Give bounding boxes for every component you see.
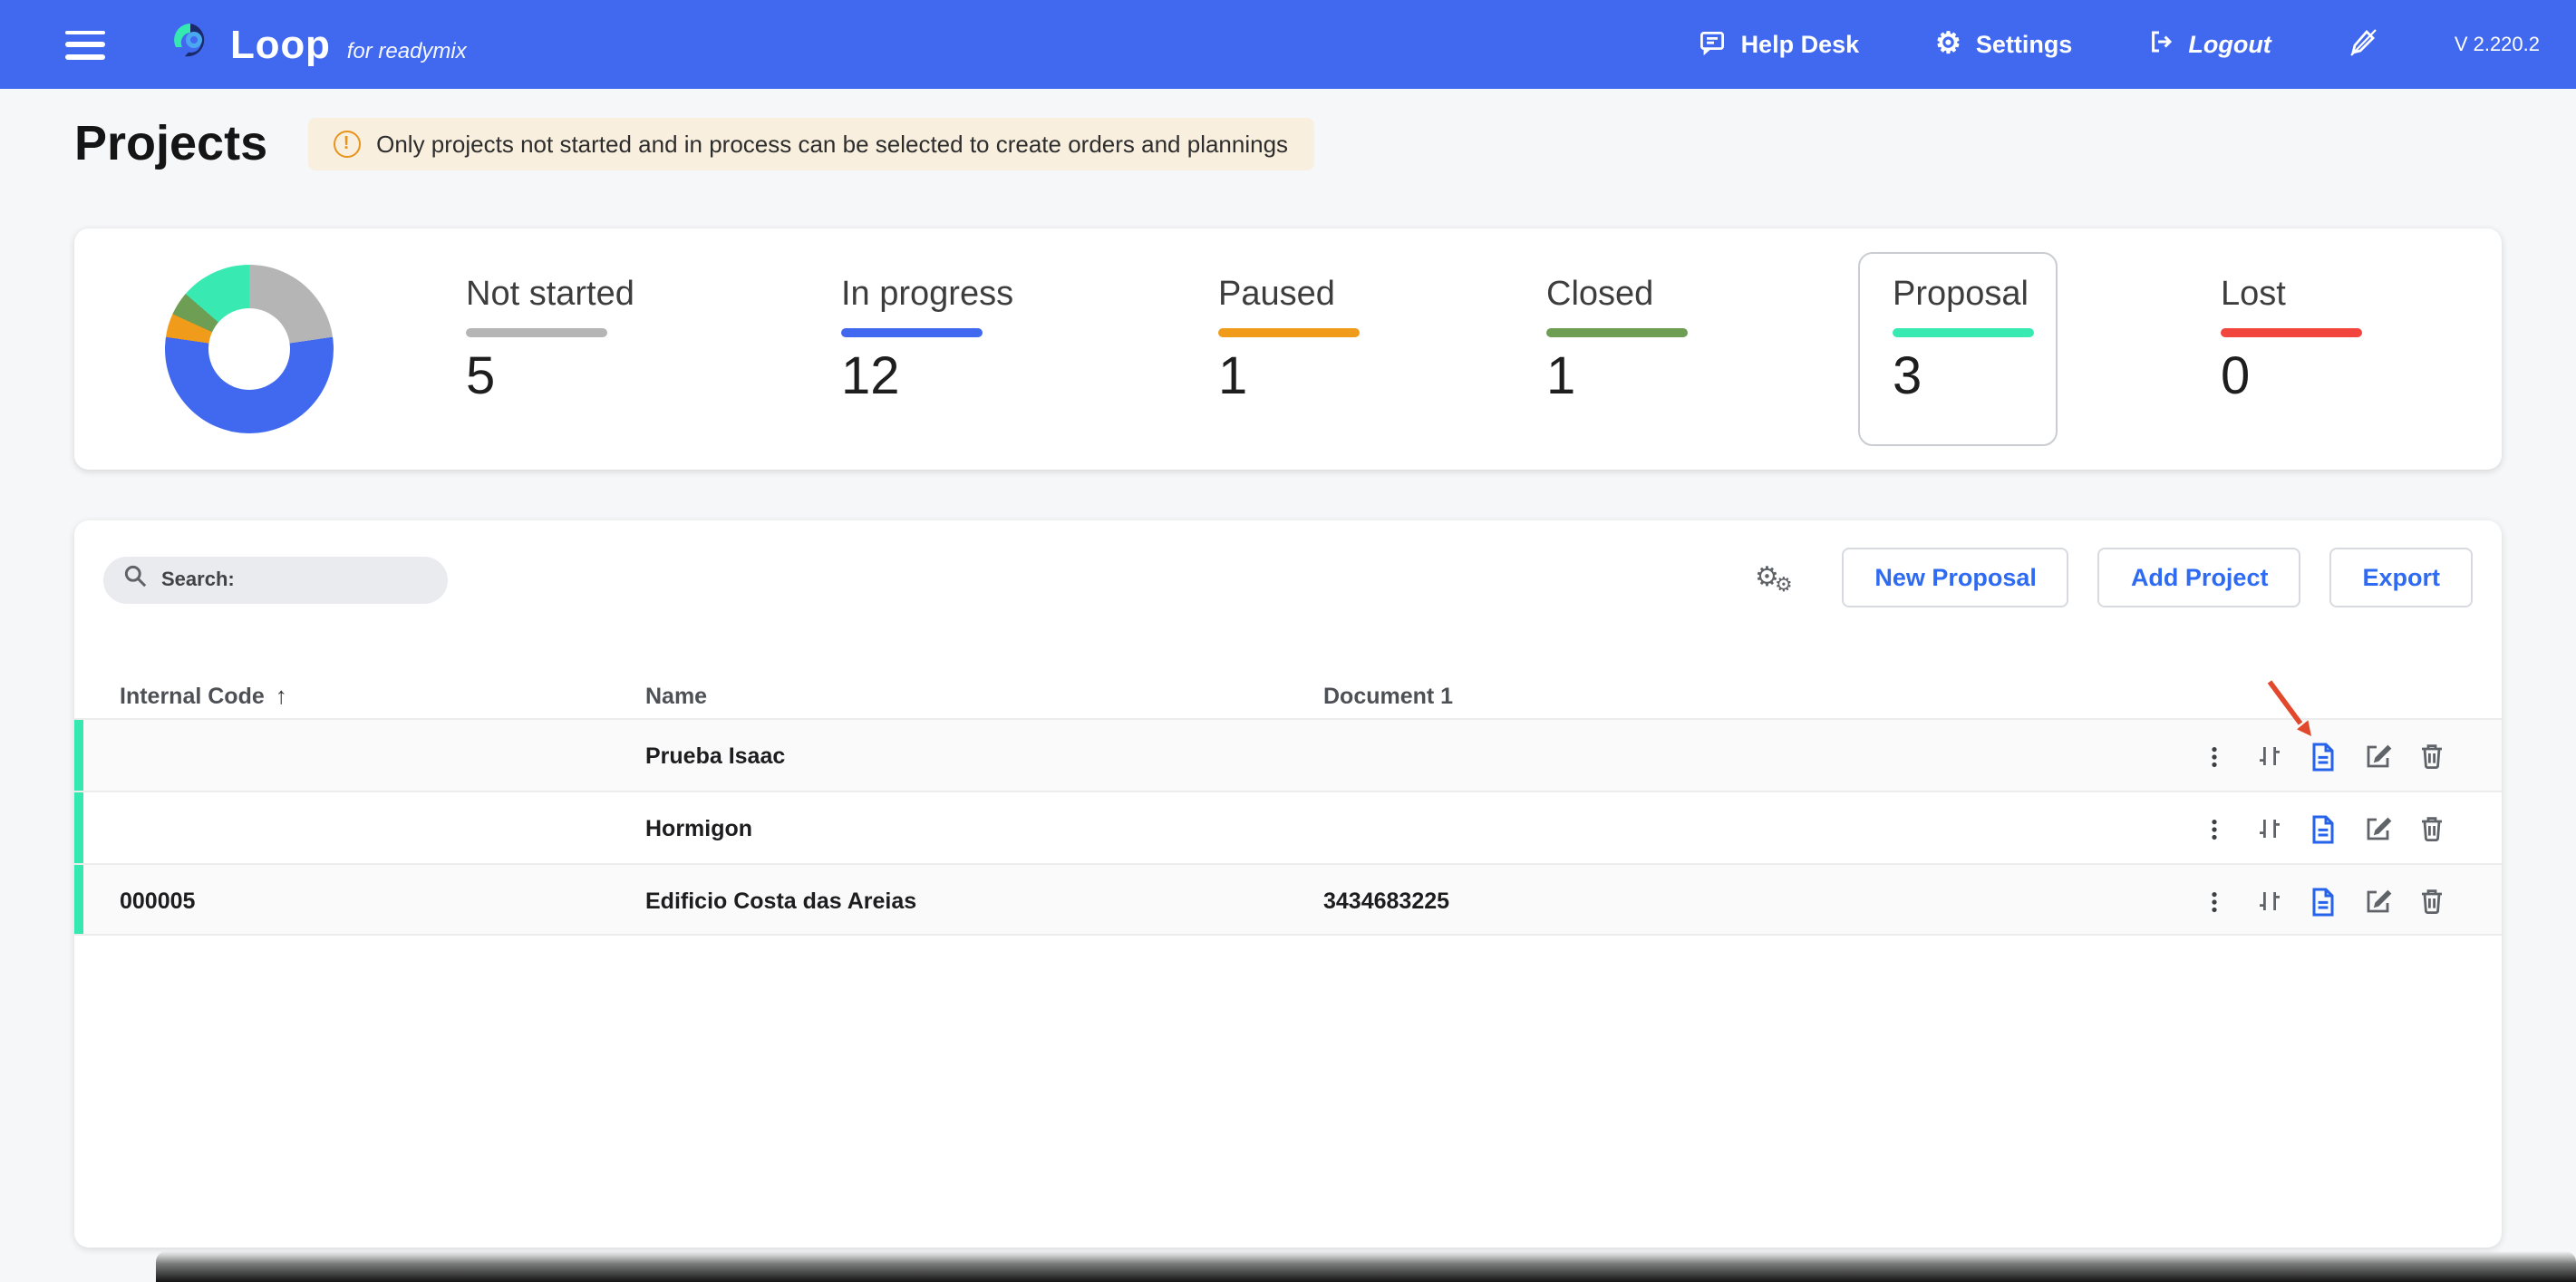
table-action-buttons: New Proposal Add Project Export: [1842, 548, 2473, 607]
column-header-document1[interactable]: Document 1: [1323, 673, 1453, 720]
search-box[interactable]: [103, 557, 448, 604]
stat-underline: [1546, 328, 1688, 336]
hamburger-menu-icon[interactable]: [65, 30, 105, 59]
brand-logo: Loop for readymix: [167, 16, 467, 73]
column-header-internal-code[interactable]: Internal Code ↑: [120, 673, 287, 720]
document-icon[interactable]: [2308, 813, 2339, 844]
status-accent-bar: [74, 865, 83, 934]
settings-label: Settings: [1976, 31, 2073, 58]
search-icon: [123, 564, 147, 597]
document-icon[interactable]: [2308, 886, 2339, 917]
stat-lost[interactable]: Lost 0: [2221, 276, 2362, 405]
stat-underline: [466, 328, 607, 336]
column-header-name[interactable]: Name: [645, 673, 707, 720]
search-input[interactable]: [161, 569, 415, 591]
app-version: V 2.220.2: [2455, 34, 2540, 55]
stat-not-started[interactable]: Not started 5: [466, 276, 634, 405]
table-row[interactable]: 000005 Edificio Costa das Areias 3434683…: [74, 863, 2502, 936]
row-actions: [2199, 720, 2447, 792]
stat-value: 5: [466, 349, 634, 405]
stat-value: 1: [1218, 349, 1360, 405]
cell-name: Hormigon: [645, 792, 752, 865]
planning-icon[interactable]: [2253, 886, 2284, 917]
stat-label: Proposal: [1893, 276, 2034, 316]
stat-proposal-selected[interactable]: Proposal 3: [1858, 252, 2058, 446]
help-desk-icon: [1700, 28, 1727, 61]
projects-table-card: ⚙⚙ New Proposal Add Project Export Inter…: [74, 520, 2502, 1248]
stat-label: In progress: [841, 276, 1013, 316]
trash-icon[interactable]: [2416, 813, 2447, 844]
edit-icon[interactable]: [2362, 813, 2393, 844]
alert-circle-icon: !: [333, 131, 360, 158]
document-icon[interactable]: [2308, 741, 2339, 772]
cell-name: Edificio Costa das Areias: [645, 865, 916, 937]
logout-icon: [2148, 29, 2174, 60]
export-button[interactable]: Export: [2329, 548, 2473, 607]
edit-icon[interactable]: [2362, 741, 2393, 772]
stat-label: Not started: [466, 276, 634, 316]
help-desk-button[interactable]: Help Desk: [1700, 28, 1860, 61]
cell-internal-code: 000005: [120, 865, 195, 937]
stat-paused[interactable]: Paused 1: [1218, 276, 1360, 405]
planning-icon[interactable]: [2253, 813, 2284, 844]
navbar-actions: Help Desk ⚙ Settings Logout: [1700, 26, 2576, 63]
kebab-menu-icon[interactable]: [2199, 886, 2230, 917]
notice-banner: ! Only projects not started and in proce…: [307, 118, 1313, 170]
page-title: Projects: [74, 116, 267, 172]
status-donut-chart: [165, 265, 334, 433]
top-navbar: Loop for readymix Help Desk ⚙ Settings: [0, 0, 2576, 89]
settings-button[interactable]: ⚙ Settings: [1935, 30, 2072, 59]
stat-underline: [841, 328, 983, 336]
sort-asc-icon[interactable]: ↑: [276, 673, 287, 720]
stat-label: Paused: [1218, 276, 1360, 316]
edit-icon[interactable]: [2362, 886, 2393, 917]
stat-value: 12: [841, 349, 1013, 405]
bottom-window-shadow: [156, 1251, 2576, 1282]
stat-value: 1: [1546, 349, 1688, 405]
brand-tagline: for readymix: [347, 38, 467, 63]
stat-underline: [1218, 328, 1360, 336]
table-row[interactable]: Prueba Isaac: [74, 718, 2502, 791]
add-project-button[interactable]: Add Project: [2098, 548, 2301, 607]
donut-hole: [208, 308, 290, 390]
help-desk-label: Help Desk: [1741, 31, 1860, 58]
notice-text: Only projects not started and in process…: [376, 131, 1288, 158]
stat-label: Closed: [1546, 276, 1688, 316]
status-summary-card: Not started 5 In progress 12 Paused 1 Cl…: [74, 228, 2502, 470]
table-header-row: Internal Code ↑ Name Document 1: [74, 673, 2502, 720]
stat-closed[interactable]: Closed 1: [1546, 276, 1688, 405]
column-label: Internal Code: [120, 673, 265, 720]
row-actions: [2199, 792, 2447, 865]
row-actions: [2199, 865, 2447, 937]
stat-in-progress[interactable]: In progress 12: [841, 276, 1013, 405]
stat-value: 3: [1893, 349, 2034, 405]
gear-icon: ⚙: [1935, 30, 1961, 59]
stat-underline: [2221, 328, 2362, 336]
logout-label: Logout: [2188, 31, 2271, 58]
logout-button[interactable]: Logout: [2148, 29, 2271, 60]
trash-icon[interactable]: [2416, 741, 2447, 772]
trash-icon[interactable]: [2416, 886, 2447, 917]
new-proposal-button[interactable]: New Proposal: [1842, 548, 2069, 607]
status-accent-bar: [74, 720, 83, 791]
brush-icon: [2348, 26, 2378, 63]
page-header: Projects ! Only projects not started and…: [74, 116, 1313, 172]
stat-value: 0: [2221, 349, 2362, 405]
stat-label: Lost: [2221, 276, 2362, 316]
cell-name: Prueba Isaac: [645, 720, 785, 792]
table-settings-icon[interactable]: ⚙⚙: [1755, 564, 1802, 604]
kebab-menu-icon[interactable]: [2199, 813, 2230, 844]
app-root: Loop for readymix Help Desk ⚙ Settings: [0, 0, 2576, 1282]
loop-logo-icon: [167, 16, 214, 73]
table-row[interactable]: Hormigon: [74, 791, 2502, 863]
stat-proposal: Proposal 3: [1893, 276, 2034, 405]
kebab-menu-icon[interactable]: [2199, 741, 2230, 772]
table-body: Prueba Isaac: [74, 718, 2502, 936]
planning-icon[interactable]: [2253, 741, 2284, 772]
cell-document1: 3434683225: [1323, 865, 1449, 937]
brand-name: Loop: [230, 21, 331, 68]
theme-brush-button[interactable]: [2348, 26, 2378, 63]
stat-underline: [1893, 328, 2034, 336]
status-accent-bar: [74, 792, 83, 863]
